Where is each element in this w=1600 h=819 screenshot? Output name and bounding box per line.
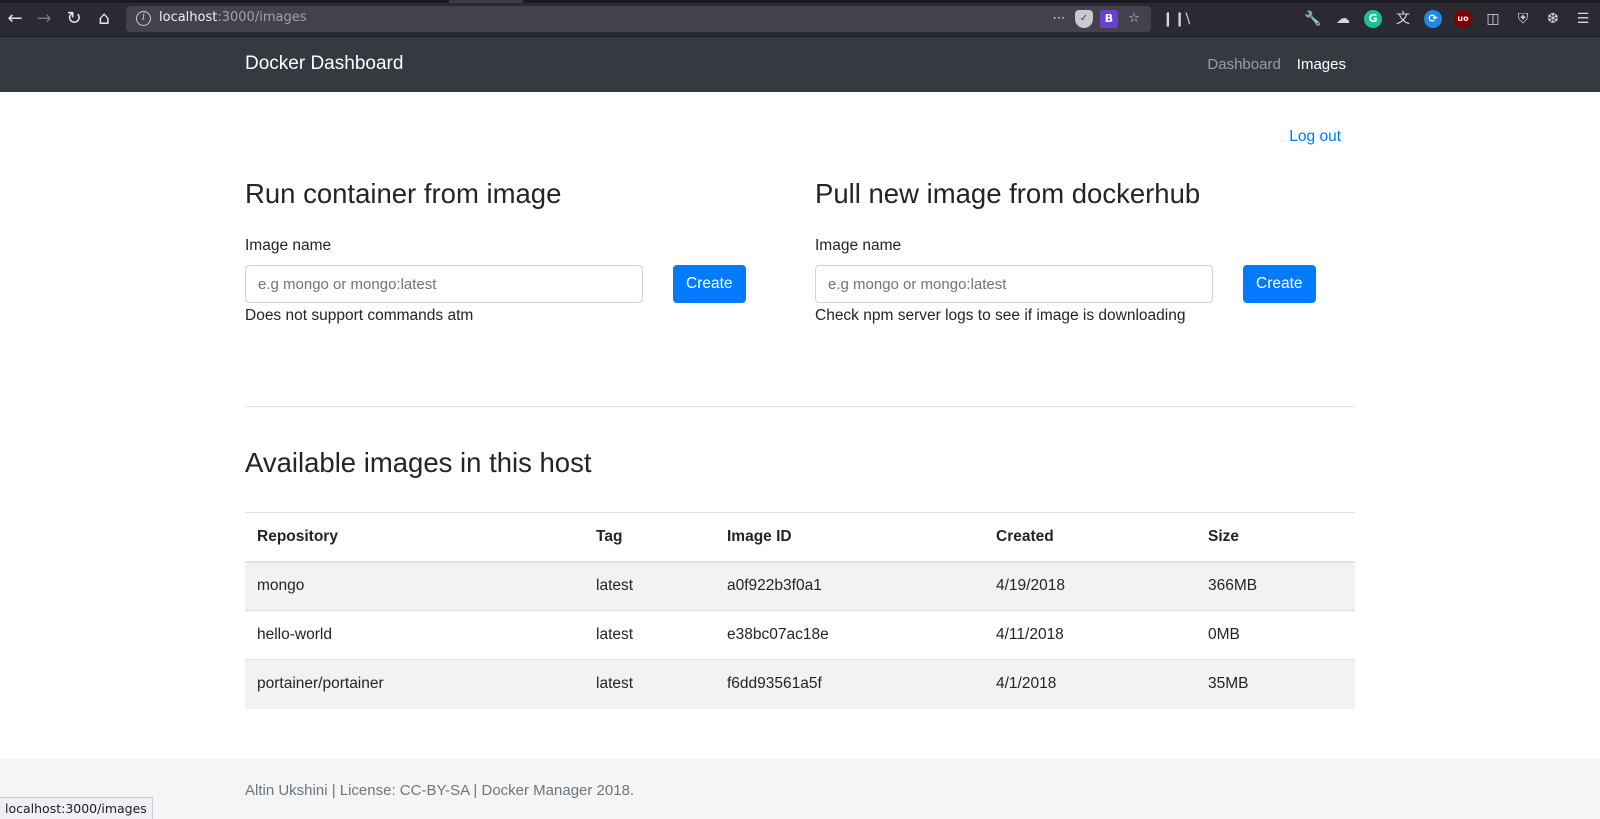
pull-create-button[interactable]: Create	[1243, 265, 1316, 303]
logout-link[interactable]: Log out	[1289, 128, 1341, 146]
ublock-icon[interactable]: uo	[1454, 10, 1472, 28]
site-info-icon[interactable]: i	[136, 11, 151, 26]
sync-extension-icon[interactable]: ⟳	[1424, 10, 1442, 28]
section-divider	[245, 406, 1355, 407]
pull-image-name-input[interactable]	[815, 265, 1213, 303]
column-header-repository: Repository	[245, 512, 584, 563]
nav-links: Dashboard Images	[1207, 56, 1346, 73]
images-section-title: Available images in this host	[245, 447, 592, 478]
hamburger-menu-icon[interactable]: ☰	[1572, 8, 1594, 30]
extension-b-icon[interactable]: B	[1100, 10, 1118, 28]
cell-repository: portainer/portainer	[245, 659, 584, 709]
home-icon[interactable]: ⌂	[93, 8, 115, 30]
back-icon[interactable]: ←	[4, 8, 26, 30]
wrench-icon[interactable]: 🔧	[1302, 8, 1324, 30]
cloud-sync-icon[interactable]: ☁	[1332, 8, 1354, 30]
pull-image-form: Pull new image from dockerhub Image name…	[815, 177, 1325, 324]
url-host: localhost	[159, 10, 218, 25]
footer: Altin Ukshini | License: CC-BY-SA | Dock…	[0, 759, 1600, 819]
cell-image-id: f6dd93561a5f	[715, 659, 984, 709]
brand-link[interactable]: Docker Dashboard	[245, 53, 403, 75]
pull-form-help-text: Check npm server logs to see if image is…	[815, 307, 1186, 324]
link-status-bar: localhost:3000/images	[0, 797, 153, 819]
app-navbar: Docker Dashboard Dashboard Images	[0, 37, 1600, 92]
cell-image-id: e38bc07ac18e	[715, 610, 984, 660]
column-header-size: Size	[1196, 512, 1355, 563]
table-header-row: Repository Tag Image ID Created Size	[245, 512, 1355, 563]
table-row: hello-world latest e38bc07ac18e 4/11/201…	[245, 610, 1355, 660]
cell-repository: mongo	[245, 561, 584, 611]
column-header-created: Created	[984, 512, 1196, 563]
cell-created: 4/19/2018	[984, 561, 1196, 611]
url-text[interactable]: localhost:3000/images	[159, 10, 306, 25]
table-row: mongo latest a0f922b3f0a1 4/19/2018 366M…	[245, 561, 1355, 611]
reload-icon[interactable]: ↻	[63, 8, 85, 30]
pull-form-title: Pull new image from dockerhub	[815, 178, 1201, 209]
url-path: :3000/images	[217, 10, 307, 25]
gnome-icon[interactable]: ❆	[1542, 8, 1564, 30]
browser-toolbar: ← → ↻ ⌂ i localhost:3000/images ⋯ ✓ B ☆ …	[0, 0, 1600, 37]
sidebar-icon[interactable]: ◫	[1482, 8, 1504, 30]
cell-size: 366MB	[1196, 561, 1355, 611]
translate-icon[interactable]: 文	[1392, 8, 1414, 30]
run-image-name-input[interactable]	[245, 265, 643, 303]
bookmark-star-icon[interactable]: ☆	[1125, 10, 1143, 28]
cell-tag: latest	[584, 659, 715, 709]
pocket-icon[interactable]: ✓	[1075, 10, 1093, 28]
images-table: Repository Tag Image ID Created Size mon…	[245, 512, 1355, 709]
cell-tag: latest	[584, 610, 715, 660]
page-actions-icon[interactable]: ⋯	[1050, 10, 1068, 28]
column-header-tag: Tag	[584, 512, 715, 563]
cell-created: 4/1/2018	[984, 659, 1196, 709]
table-row: portainer/portainer latest f6dd93561a5f …	[245, 659, 1355, 709]
run-form-help-text: Does not support commands atm	[245, 307, 474, 324]
library-icon[interactable]: ❙❙\	[1162, 8, 1190, 30]
pull-image-name-label: Image name	[815, 237, 902, 254]
tab-strip	[0, 0, 1600, 3]
forward-icon[interactable]: →	[33, 8, 55, 30]
cell-size: 35MB	[1196, 659, 1355, 709]
cell-size: 0MB	[1196, 610, 1355, 660]
cell-created: 4/11/2018	[984, 610, 1196, 660]
nav-link-dashboard[interactable]: Dashboard	[1207, 56, 1280, 73]
cell-tag: latest	[584, 561, 715, 611]
column-header-image-id: Image ID	[715, 512, 984, 563]
url-bar[interactable]: i localhost:3000/images ⋯ ✓ B ☆	[126, 6, 1151, 32]
cell-repository: hello-world	[245, 610, 584, 660]
active-tab-indicator[interactable]	[449, 0, 523, 3]
cell-image-id: a0f922b3f0a1	[715, 561, 984, 611]
grammarly-icon[interactable]: G	[1364, 10, 1382, 28]
toolbar-extensions: 🔧 ☁ G 文 ⟳ uo ◫ ⛨ ❆ ☰	[1302, 8, 1594, 30]
run-form-title: Run container from image	[245, 178, 562, 209]
run-create-button[interactable]: Create	[673, 265, 746, 303]
footer-text: Altin Ukshini | License: CC-BY-SA | Dock…	[245, 782, 635, 799]
nav-link-images[interactable]: Images	[1297, 56, 1346, 73]
run-container-form: Run container from image Image name Crea…	[245, 177, 755, 324]
url-actions: ⋯ ✓ B ☆	[1050, 8, 1143, 30]
run-image-name-label: Image name	[245, 237, 332, 254]
shield-icon[interactable]: ⛨	[1512, 8, 1534, 30]
